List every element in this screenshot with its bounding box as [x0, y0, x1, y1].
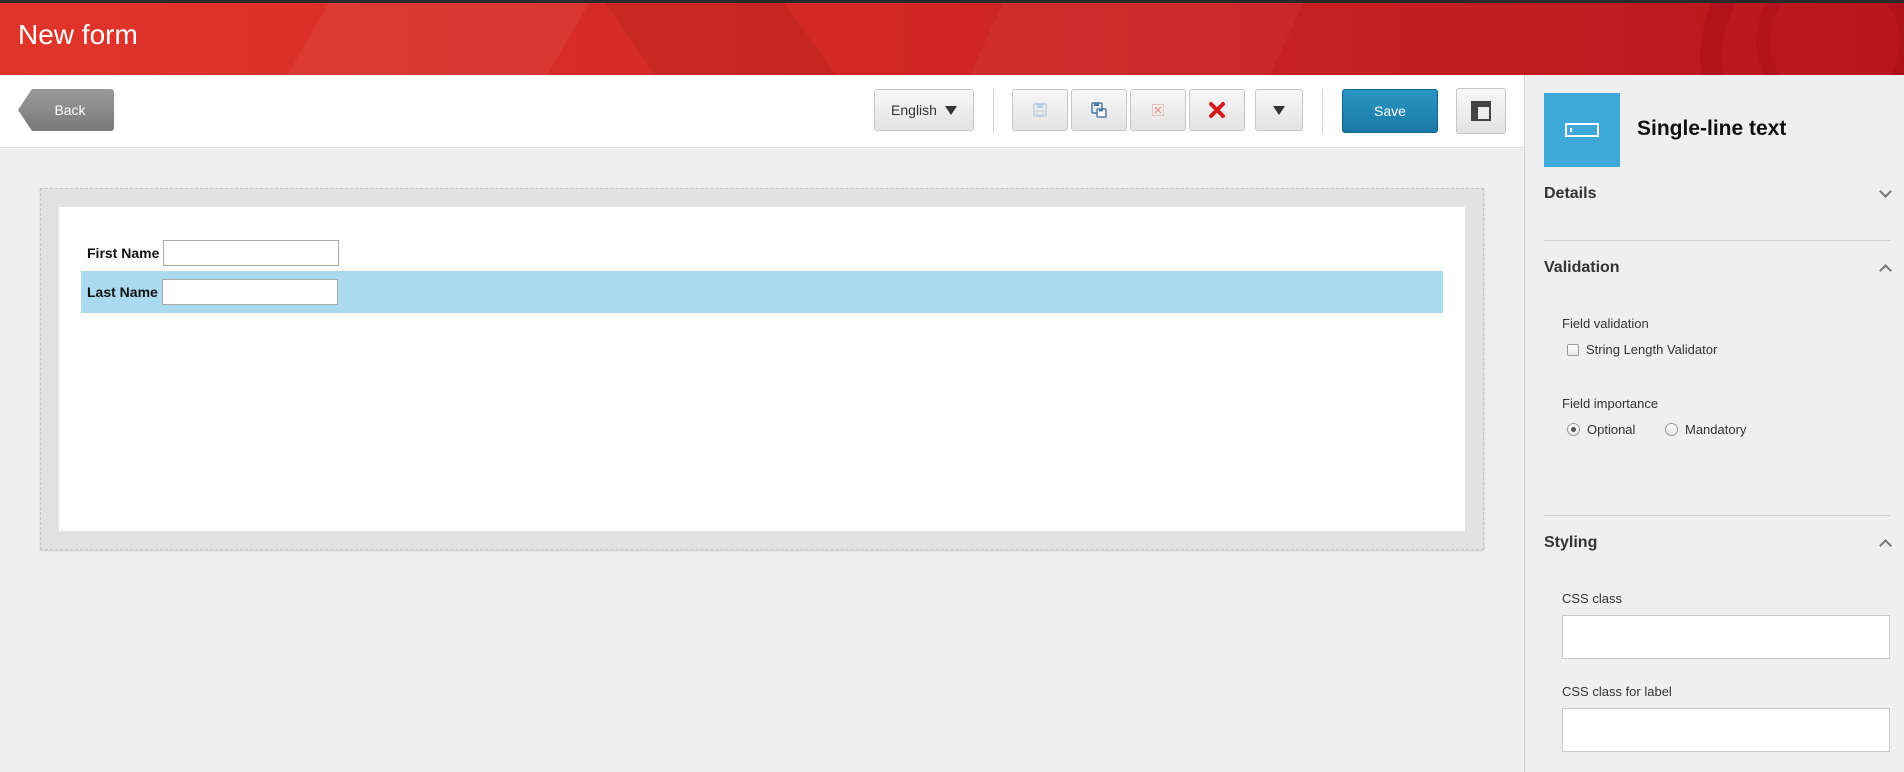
- toggle-panel-button[interactable]: [1456, 88, 1506, 134]
- toolbar-separator: [993, 89, 994, 133]
- section-title: Details: [1544, 185, 1597, 202]
- css-class-input[interactable]: [1562, 615, 1890, 659]
- page-title: New form: [18, 19, 138, 50]
- delete-button[interactable]: [1189, 89, 1245, 131]
- save-and-close-button[interactable]: [1071, 89, 1127, 131]
- chevron-down-icon: [1879, 184, 1892, 198]
- string-length-validator-checkbox[interactable]: [1567, 343, 1579, 356]
- header-decoration: [942, 3, 1318, 75]
- field-importance-label: Field importance: [1562, 396, 1659, 411]
- back-button[interactable]: Back: [18, 89, 114, 131]
- text-input-icon: [1565, 123, 1599, 137]
- toolbar-separator: [1322, 89, 1323, 133]
- string-length-validator-option[interactable]: String Length Validator: [1567, 342, 1717, 357]
- header-swirl-decoration: [1756, 3, 1904, 75]
- section-validation-header[interactable]: Validation: [1544, 259, 1892, 277]
- chevron-down-icon: [944, 105, 957, 115]
- section-title: Styling: [1544, 534, 1598, 551]
- css-class-for-label-input[interactable]: [1562, 708, 1890, 752]
- close-icon: [1209, 102, 1225, 118]
- css-class-for-label-label: CSS class for label: [1562, 684, 1672, 699]
- css-class-label: CSS class: [1562, 591, 1622, 606]
- form-field-row[interactable]: First Name: [81, 233, 1443, 273]
- layout-panel-icon: [1471, 101, 1491, 121]
- language-dropdown[interactable]: English: [874, 89, 974, 131]
- section-styling-header[interactable]: Styling: [1544, 534, 1892, 552]
- field-label: First Name: [87, 245, 160, 261]
- header-decoration: [583, 3, 877, 75]
- field-label: Last Name: [87, 284, 158, 300]
- section-title: Validation: [1544, 259, 1620, 276]
- more-options-dropdown[interactable]: [1255, 89, 1303, 131]
- section-details-header[interactable]: Details: [1544, 184, 1892, 203]
- first-name-input[interactable]: [163, 240, 340, 266]
- chevron-up-icon: [1879, 263, 1892, 277]
- field-type-icon: [1544, 93, 1620, 167]
- discard-changes-button[interactable]: [1130, 89, 1186, 131]
- save-button[interactable]: Save: [1342, 89, 1438, 133]
- form-canvas: First Name Last Name: [40, 188, 1484, 550]
- option-label: Optional: [1587, 422, 1636, 437]
- field-validation-label: Field validation: [1562, 316, 1649, 331]
- chevron-up-icon: [1879, 538, 1892, 552]
- form-field-row-selected[interactable]: Last Name: [81, 271, 1443, 313]
- last-name-input[interactable]: [161, 279, 338, 305]
- discard-icon: [1152, 104, 1164, 116]
- floppy-disk-stack-icon: [1091, 102, 1107, 118]
- divider: [1544, 515, 1890, 516]
- toolbar: Back English Save: [0, 75, 1524, 148]
- divider: [1544, 240, 1890, 241]
- chevron-down-icon: [1273, 105, 1285, 115]
- app-header: New form: [0, 3, 1904, 75]
- language-label: English: [891, 102, 937, 118]
- option-label: Mandatory: [1685, 422, 1747, 437]
- mandatory-radio[interactable]: [1665, 423, 1678, 436]
- optional-radio[interactable]: [1567, 423, 1580, 436]
- option-label: String Length Validator: [1586, 342, 1718, 357]
- floppy-disk-icon: [1033, 103, 1047, 117]
- save-icon-button[interactable]: [1012, 89, 1068, 131]
- header-decoration: [253, 3, 607, 75]
- optional-radio-option[interactable]: Optional: [1567, 422, 1635, 437]
- panel-title: Single-line text: [1637, 117, 1787, 140]
- properties-panel: Single-line text Details Validation Fiel…: [1524, 75, 1904, 772]
- mandatory-radio-option[interactable]: Mandatory: [1665, 422, 1746, 437]
- form-design-surface: First Name Last Name: [59, 207, 1465, 531]
